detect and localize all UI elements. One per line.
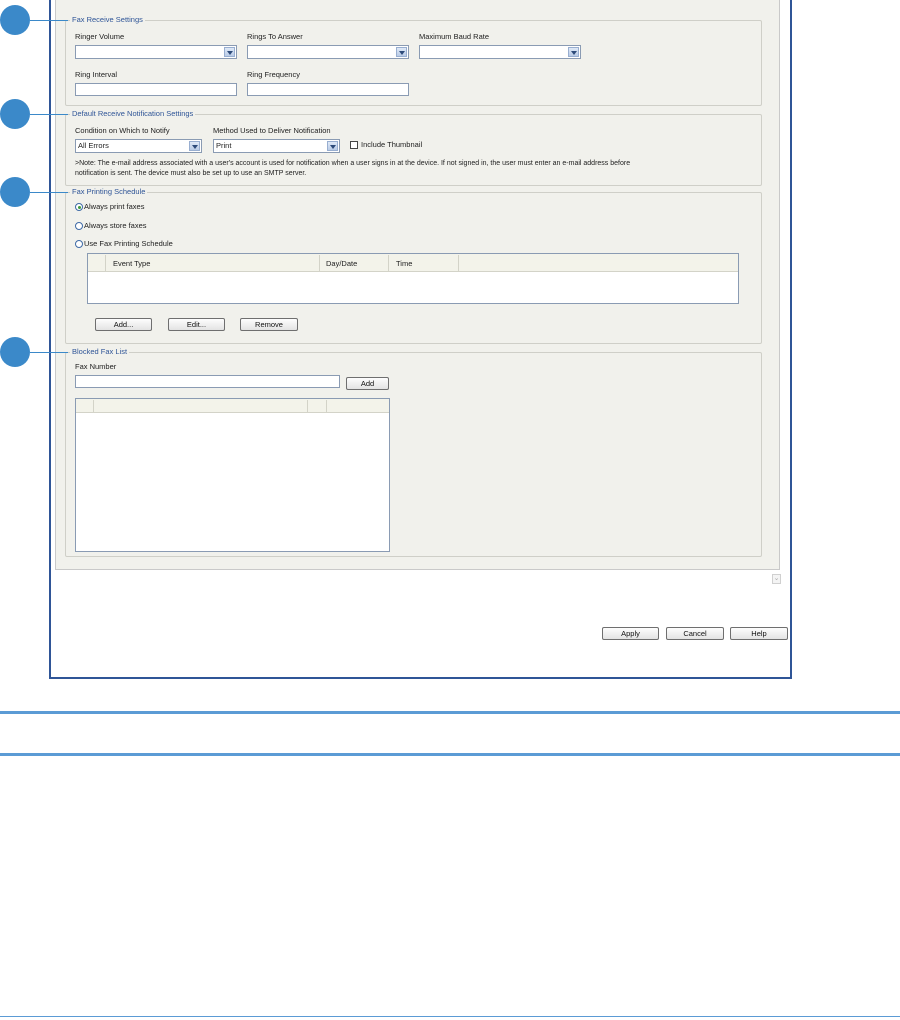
use-schedule-radio[interactable]	[75, 240, 83, 248]
callout-marker-4	[0, 337, 30, 367]
fax-number-field[interactable]	[75, 375, 340, 388]
callout-marker-1	[0, 5, 30, 35]
column-header-event-type[interactable]: Event Type	[113, 259, 150, 269]
apply-button[interactable]: Apply	[602, 627, 659, 640]
always-print-radio[interactable]	[75, 203, 83, 211]
fax-printing-schedule-legend: Fax Printing Schedule	[70, 187, 148, 197]
blocked-fax-list-legend: Blocked Fax List	[70, 347, 130, 357]
ring-frequency-label: Ring Frequency	[247, 70, 300, 79]
always-print-label: Always print faxes	[84, 202, 145, 211]
notification-note-line2: notification is sent. The device must al…	[75, 170, 307, 177]
callout-leader-line	[30, 192, 68, 193]
page-rule-bottom	[0, 1016, 900, 1017]
use-schedule-label: Use Fax Printing Schedule	[84, 239, 173, 248]
callout-leader-line	[30, 20, 68, 21]
callout-leader-line	[30, 114, 68, 115]
max-baud-rate-label: Maximum Baud Rate	[419, 32, 490, 41]
scroll-down-arrow[interactable]: ⌄	[772, 574, 781, 584]
column-divider	[105, 255, 106, 271]
schedule-edit-button[interactable]: Edit...	[168, 318, 225, 331]
schedule-table[interactable]: Event Type Day/Date Time	[87, 253, 739, 304]
dropdown-arrow-icon	[189, 141, 200, 151]
column-divider	[388, 255, 389, 271]
dropdown-arrow-icon	[396, 47, 407, 57]
max-baud-rate-select[interactable]	[419, 45, 581, 59]
callout-leader-line	[30, 352, 68, 353]
include-thumbnail-checkbox[interactable]	[350, 141, 358, 149]
column-divider	[307, 400, 308, 412]
callout-marker-3	[0, 177, 30, 207]
dropdown-arrow-icon	[327, 141, 338, 151]
ring-interval-field[interactable]	[75, 83, 237, 96]
dropdown-arrow-icon	[224, 47, 235, 57]
ringer-volume-label: Ringer Volume	[75, 32, 125, 41]
always-store-label: Always store faxes	[84, 221, 147, 230]
rings-to-answer-label: Rings To Answer	[247, 32, 303, 41]
callout-marker-2	[0, 99, 30, 129]
fax-receive-settings-legend: Fax Receive Settings	[70, 15, 145, 25]
page-rule-top	[0, 711, 900, 714]
blocked-fax-table-header	[76, 399, 389, 413]
condition-select[interactable]: All Errors	[75, 139, 202, 153]
condition-value: All Errors	[78, 141, 109, 150]
condition-label: Condition on Which to Notify	[75, 126, 170, 135]
always-store-radio[interactable]	[75, 222, 83, 230]
column-divider	[319, 255, 320, 271]
column-divider	[93, 400, 94, 412]
include-thumbnail-label: Include Thumbnail	[361, 140, 423, 149]
column-header-time[interactable]: Time	[396, 259, 412, 269]
fax-number-label: Fax Number	[75, 362, 117, 371]
rings-to-answer-select[interactable]	[247, 45, 409, 59]
method-select[interactable]: Print	[213, 139, 340, 153]
blocked-add-button[interactable]: Add	[346, 377, 389, 390]
notification-settings-legend: Default Receive Notification Settings	[70, 109, 196, 119]
page-rule-middle	[0, 753, 900, 756]
column-divider	[458, 255, 459, 271]
ring-frequency-field[interactable]	[247, 83, 409, 96]
ring-interval-label: Ring Interval	[75, 70, 118, 79]
dropdown-arrow-icon	[568, 47, 579, 57]
schedule-remove-button[interactable]: Remove	[240, 318, 298, 331]
notification-note-line1: >Note: The e-mail address associated wit…	[75, 160, 631, 167]
schedule-add-button[interactable]: Add...	[95, 318, 152, 331]
help-button[interactable]: Help	[730, 627, 788, 640]
ringer-volume-select[interactable]	[75, 45, 237, 59]
cancel-button[interactable]: Cancel	[666, 627, 724, 640]
method-label: Method Used to Deliver Notification	[213, 126, 331, 135]
schedule-table-header	[88, 254, 738, 272]
blocked-fax-table[interactable]	[75, 398, 390, 552]
method-value: Print	[216, 141, 232, 150]
column-header-day-date[interactable]: Day/Date	[326, 259, 357, 269]
column-divider	[326, 400, 327, 412]
